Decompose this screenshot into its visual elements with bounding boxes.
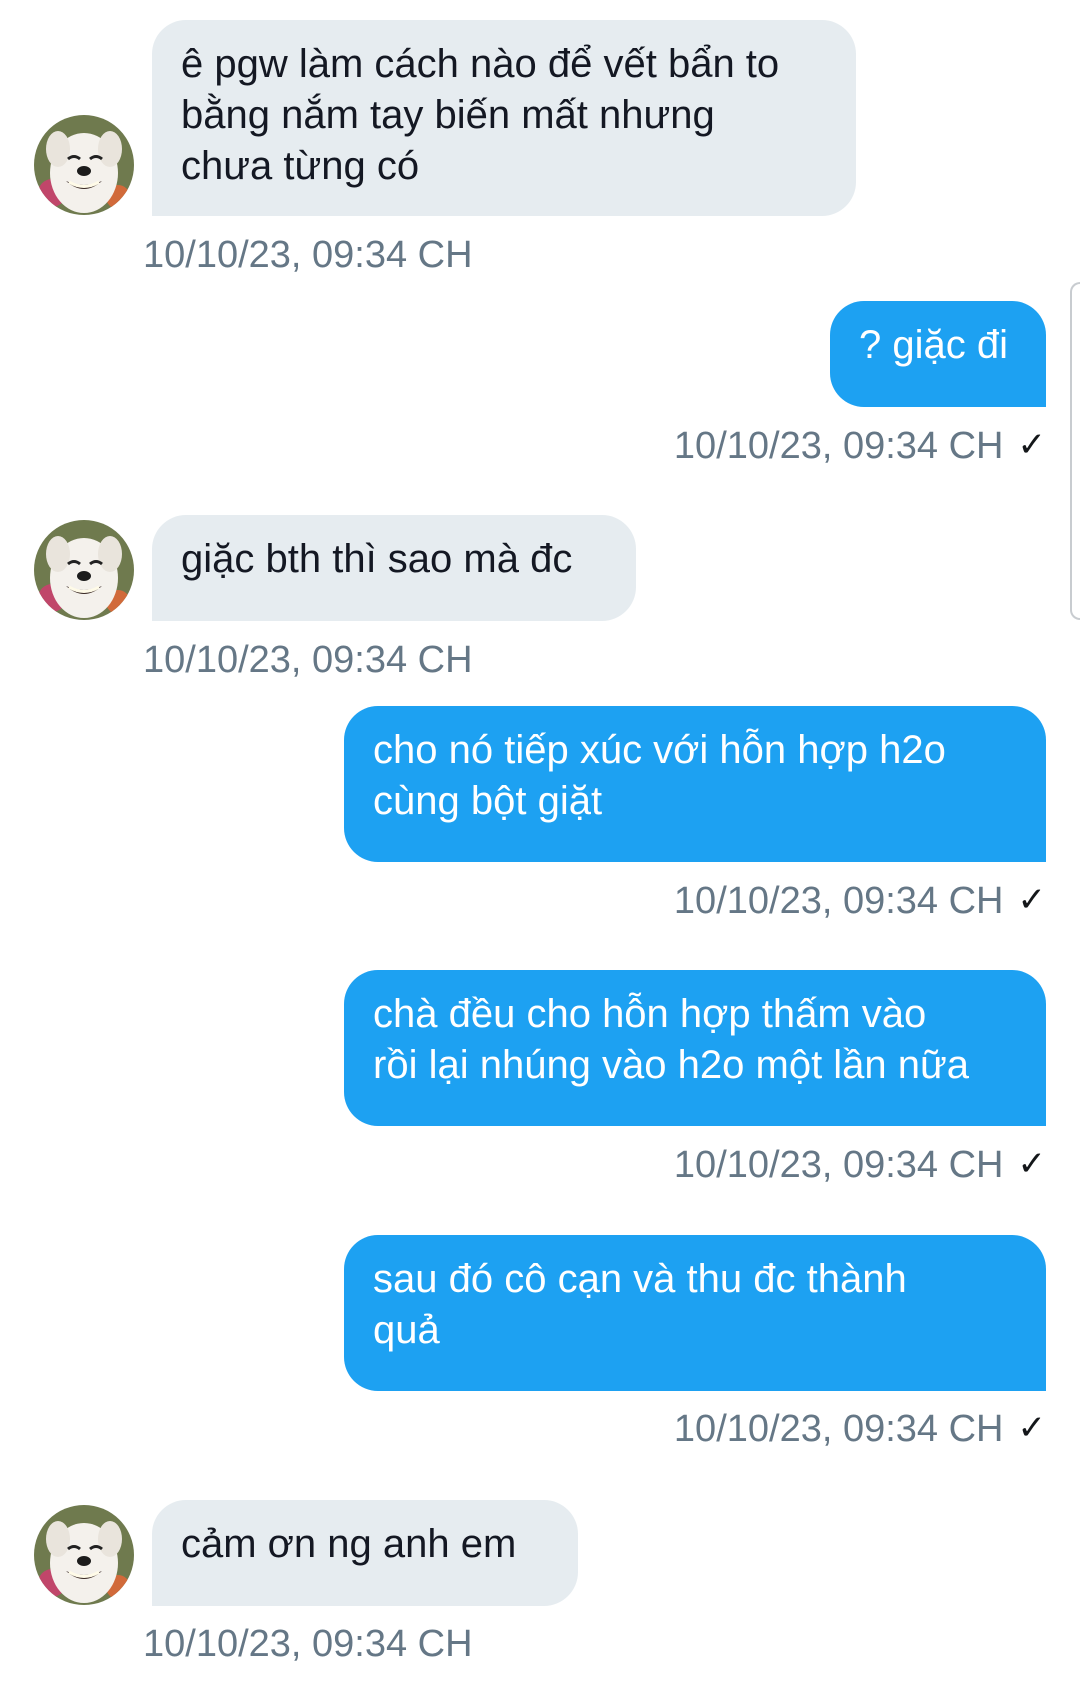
outgoing-message-bubble[interactable]: sau đó cô cạn và thu đc thành quả [344,1235,1046,1391]
message-line: quả [373,1308,440,1352]
message-thread[interactable]: ê pgw làm cách nào để vết bẩn to bằng nắ… [0,0,1080,1694]
outgoing-message-bubble[interactable]: cho nó tiếp xúc với hỗn hợp h2o cùng bột… [344,706,1046,862]
message-timestamp: 10/10/23, 09:34 CH ✓ [674,423,1046,468]
checkmark-icon: ✓ [1017,1145,1047,1183]
message-line: cảm ơn ng anh em [181,1522,517,1566]
timestamp-text: 10/10/23, 09:34 CH [673,1408,1004,1450]
smiling-dog-avatar-icon [34,1505,134,1605]
incoming-message-bubble[interactable]: ê pgw làm cách nào để vết bẩn to bằng nắ… [152,20,856,216]
message-timestamp: 10/10/23, 09:34 CH [143,233,473,277]
checkmark-icon: ✓ [1017,881,1047,919]
message-timestamp: 10/10/23, 09:34 CH ✓ [674,1406,1046,1451]
contact-avatar[interactable] [34,115,134,215]
message-timestamp: 10/10/23, 09:34 CH [143,638,473,682]
message-line: cùng bột giặt [373,779,603,823]
smiling-dog-avatar-icon [34,520,134,620]
contact-avatar[interactable] [34,520,134,620]
message-line: chưa từng có [181,144,420,188]
checkmark-icon: ✓ [1017,426,1047,464]
message-line: cho nó tiếp xúc với hỗn hợp h2o [373,728,946,772]
timestamp-text: 10/10/23, 09:34 CH [673,425,1004,467]
message-line: chà đều cho hỗn hợp thấm vào [373,992,927,1036]
timestamp-text: 10/10/23, 09:34 CH [143,234,473,276]
timestamp-text: 10/10/23, 09:34 CH [673,880,1004,922]
incoming-message-bubble[interactable]: giặc bth thì sao mà đc [152,515,636,621]
outgoing-message-bubble[interactable]: ? giặc đi [830,301,1046,407]
message-line: ? giặc đi [859,323,1008,367]
contact-avatar[interactable] [34,1505,134,1605]
incoming-message-bubble[interactable]: cảm ơn ng anh em [152,1500,578,1606]
message-line: ê pgw làm cách nào để vết bẩn to [181,42,780,86]
message-line: bằng nắm tay biến mất nhưng [181,93,715,137]
scrollbar[interactable] [1070,282,1080,620]
message-line: sau đó cô cạn và thu đc thành [373,1257,907,1301]
message-line: rồi lại nhúng vào h2o một lần nữa [373,1043,970,1087]
message-timestamp: 10/10/23, 09:34 CH ✓ [674,878,1046,923]
timestamp-text: 10/10/23, 09:34 CH [673,1144,1004,1186]
checkmark-icon: ✓ [1017,1409,1047,1447]
message-line: giặc bth thì sao mà đc [181,537,573,581]
timestamp-text: 10/10/23, 09:34 CH [143,1623,473,1665]
timestamp-text: 10/10/23, 09:34 CH [143,639,473,681]
message-timestamp: 10/10/23, 09:34 CH [143,1622,473,1666]
message-timestamp: 10/10/23, 09:34 CH ✓ [674,1142,1046,1187]
smiling-dog-avatar-icon [34,115,134,215]
outgoing-message-bubble[interactable]: chà đều cho hỗn hợp thấm vào rồi lại nhú… [344,970,1046,1126]
